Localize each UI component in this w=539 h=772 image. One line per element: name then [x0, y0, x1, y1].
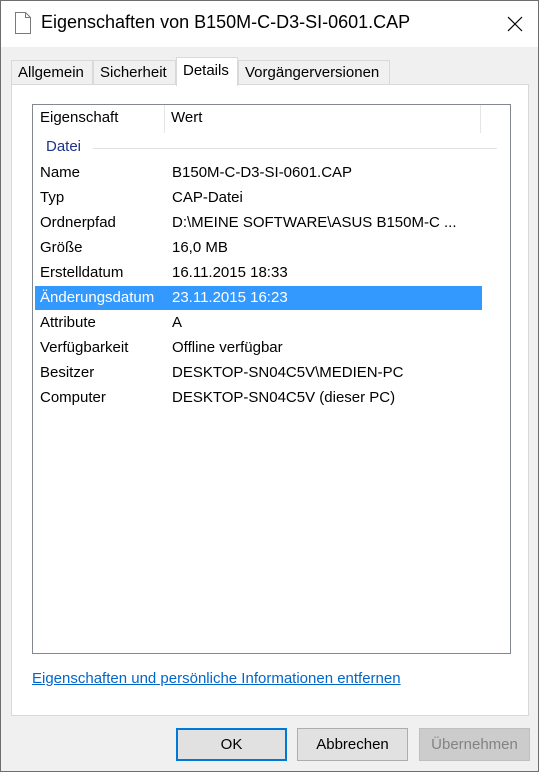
group-label: Datei [46, 138, 82, 155]
group-header[interactable]: Datei [33, 135, 510, 159]
row-property: Typ [40, 189, 65, 206]
row-property: Besitzer [40, 364, 95, 381]
row-property: Name [40, 164, 81, 181]
details-row[interactable]: Computer DESKTOP-SN04C5V (dieser PC) [35, 386, 482, 410]
row-value: A [172, 314, 183, 331]
row-property: Erstelldatum [40, 264, 124, 281]
list-header: Eigenschaft Wert [33, 105, 510, 133]
column-header-property[interactable]: Eigenschaft [33, 105, 163, 133]
row-value: DESKTOP-SN04C5V (dieser PC) [172, 389, 396, 406]
cancel-button[interactable]: Abbrechen [297, 728, 408, 761]
details-list[interactable]: Eigenschaft Wert Datei Name B150M-C-D3-S… [32, 104, 511, 654]
details-row-selected[interactable]: Änderungsdatum 23.11.2015 16:23 [35, 286, 482, 310]
details-row[interactable]: Größe 16,0 MB [35, 236, 482, 260]
row-property: Verfügbarkeit [40, 339, 129, 356]
remove-properties-link[interactable]: Eigenschaften und persönliche Informatio… [32, 670, 401, 687]
row-value: DESKTOP-SN04C5V\MEDIEN-PC [172, 364, 404, 381]
column-header-value[interactable]: Wert [164, 105, 480, 133]
details-row[interactable]: Ordnerpfad D:\MEINE SOFTWARE\ASUS B150M-… [35, 211, 482, 235]
tab-sicherheit[interactable]: Sicherheit [93, 60, 176, 85]
file-icon [15, 12, 31, 34]
tab-allgemein[interactable]: Allgemein [11, 60, 93, 85]
details-row[interactable]: Erstelldatum 16.11.2015 18:33 [35, 261, 482, 285]
properties-dialog: Eigenschaften von B150M-C-D3-SI-0601.CAP… [0, 0, 539, 772]
close-button[interactable] [492, 1, 538, 47]
tab-details[interactable]: Details [176, 57, 238, 86]
row-value: B150M-C-D3-SI-0601.CAP [172, 164, 353, 181]
row-value: D:\MEINE SOFTWARE\ASUS B150M-C ... [172, 214, 457, 231]
row-value: 16.11.2015 18:33 [172, 264, 288, 281]
row-property: Computer [40, 389, 106, 406]
row-property: Änderungsdatum [40, 289, 155, 306]
row-property: Ordnerpfad [40, 214, 116, 231]
ok-button[interactable]: OK [176, 728, 287, 761]
apply-button[interactable]: Übernehmen [419, 728, 530, 761]
row-value: Offline verfügbar [172, 339, 283, 356]
column-separator[interactable] [480, 105, 481, 133]
row-property: Größe [40, 239, 83, 256]
title-bar: Eigenschaften von B150M-C-D3-SI-0601.CAP [1, 1, 538, 47]
details-row[interactable]: Besitzer DESKTOP-SN04C5V\MEDIEN-PC [35, 361, 482, 385]
row-value: 16,0 MB [172, 239, 228, 256]
row-property: Attribute [40, 314, 96, 331]
details-row[interactable]: Name B150M-C-D3-SI-0601.CAP [35, 161, 482, 185]
details-panel: Eigenschaft Wert Datei Name B150M-C-D3-S… [11, 84, 529, 716]
details-row[interactable]: Typ CAP-Datei [35, 186, 482, 210]
window-title: Eigenschaften von B150M-C-D3-SI-0601.CAP [41, 12, 411, 32]
tab-vorgaengerversionen[interactable]: Vorgängerversionen [238, 60, 390, 85]
details-row[interactable]: Attribute A [35, 311, 482, 335]
group-divider [93, 148, 497, 149]
close-icon [507, 16, 523, 32]
row-value: 23.11.2015 16:23 [172, 289, 288, 306]
row-value: CAP-Datei [172, 189, 243, 206]
details-row[interactable]: Verfügbarkeit Offline verfügbar [35, 336, 482, 360]
